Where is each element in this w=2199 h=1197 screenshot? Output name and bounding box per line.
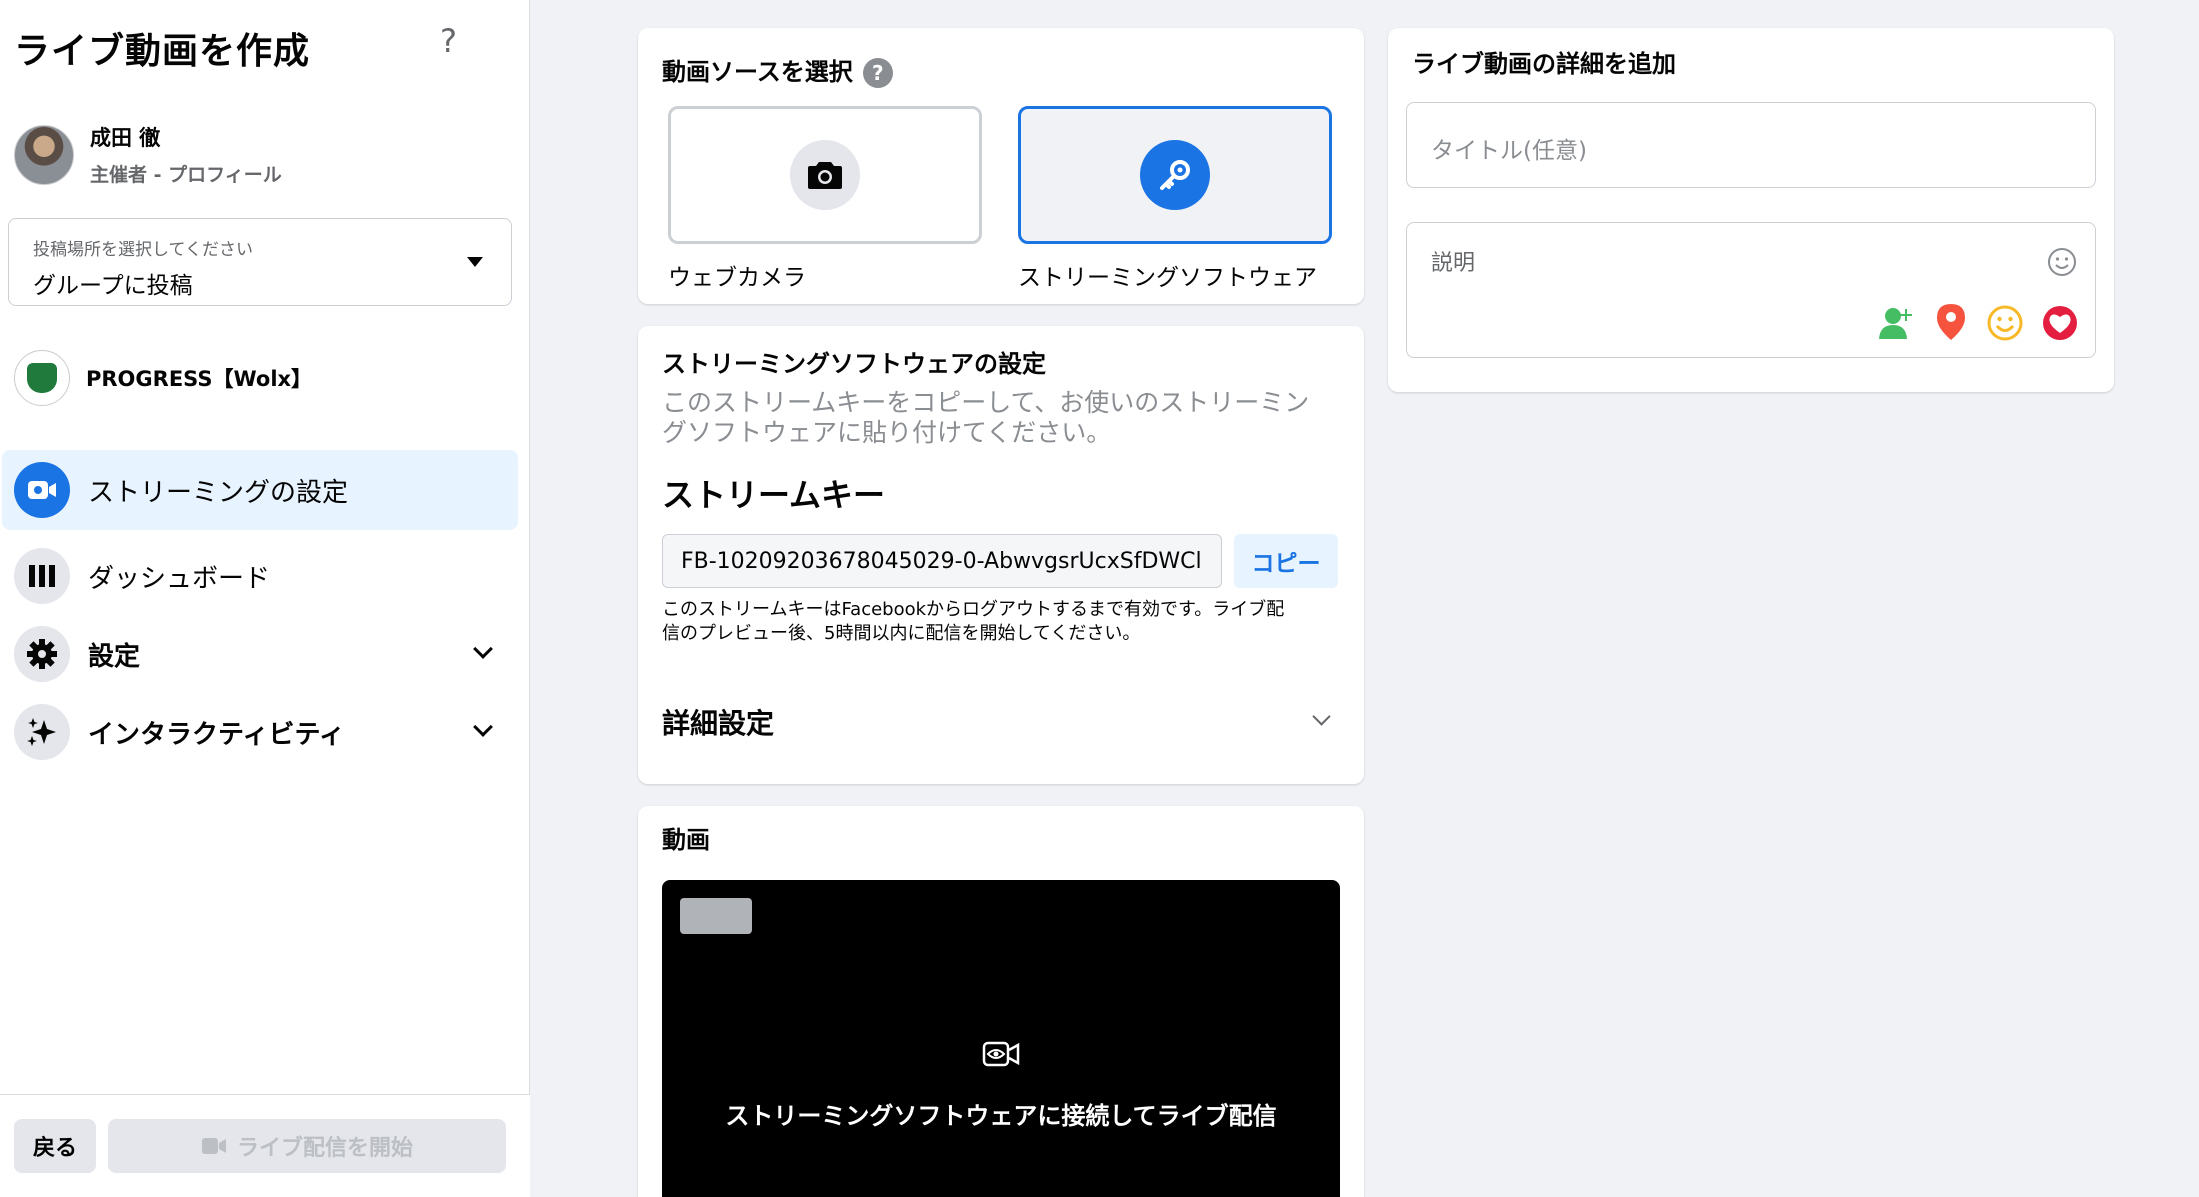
video-camera-icon [201,1138,226,1154]
avatar [14,124,74,185]
source-option-streaming-software[interactable] [1018,106,1332,244]
stream-key-heading: ストリームキー [662,476,886,514]
sidebar-item-label: ダッシュボード [88,563,271,594]
stream-key-field[interactable]: FB-10209203678045029-0-AbwvgsrUcxSfDWCl [662,534,1222,588]
dashboard-icon [14,548,70,604]
profile-name: 成田 徹 [90,126,161,150]
profile-role: 主催者 - プロフィール [90,164,282,186]
group-logo [14,350,70,406]
feeling-emoji-icon[interactable] [1987,305,2023,345]
video-card: 動画 ストリーミングソフトウェアに接続してライブ配信 [638,806,1364,1197]
gear-icon [14,626,70,682]
post-location-value: グループに投稿 [33,273,193,299]
connect-software-text: ストリーミングソフトウェアに接続してライブ配信 [725,1102,1277,1130]
post-location-select[interactable]: 投稿場所を選択してください グループに投稿 [8,218,512,306]
sidebar-item-dashboard[interactable]: ダッシュボード [2,536,518,616]
advanced-settings-toggle[interactable]: 詳細設定 [638,684,1364,764]
chevron-down-icon [473,717,493,737]
camera-icon [790,140,860,210]
streaming-instructions: このストリームキーをコピーして、お使いのストリーミン グソフトウェアに貼り付けて… [662,388,1310,447]
sidebar-item-streaming-setup[interactable]: ストリーミングの設定 [2,450,518,530]
preview-badge [680,898,752,934]
key-icon [1140,140,1210,210]
description-input[interactable]: 説明 [1406,222,2096,358]
video-source-card: 動画ソースを選択? ウェブカメラ ストリーミングソフトウェア [638,28,1364,304]
sparkle-icon [14,704,70,760]
streaming-setup-card: ストリーミングソフトウェアの設定 このストリームキーをコピーして、お使いのストリ… [638,326,1364,784]
tag-people-icon[interactable] [1879,305,1915,345]
go-live-label: ライブ配信を開始 [236,1136,413,1161]
copy-button[interactable]: コピー [1234,534,1338,588]
help-icon[interactable]: ? [862,58,893,88]
sidebar-item-interactivity[interactable]: インタラクティビティ [2,692,518,772]
video-eye-icon [982,1040,1020,1072]
live-details-card: ライブ動画の詳細を追加 タイトル(任意) 説明 [1388,28,2114,392]
title-placeholder: タイトル(任意) [1431,138,1587,164]
host-profile: 成田 徹 主催者 - プロフィール [14,122,282,187]
sidebar: ライブ動画を作成 ? 成田 徹 主催者 - プロフィール 投稿場所を選択してくだ… [0,0,530,1197]
group-item[interactable]: PROGRESS【Wolx】 [14,350,312,406]
fundraiser-heart-icon[interactable] [2041,305,2079,345]
sidebar-item-label: インタラクティビティ [88,719,345,750]
video-source-title: 動画ソースを選択? [662,52,893,88]
chevron-down-icon [1312,707,1331,726]
source-option-label: ウェブカメラ [668,265,806,291]
post-location-label: 投稿場所を選択してください [33,240,253,260]
go-live-button[interactable]: ライブ配信を開始 [108,1119,506,1173]
sidebar-item-label: ストリーミングの設定 [88,477,349,508]
advanced-settings-label: 詳細設定 [662,707,775,740]
source-option-webcam[interactable] [668,106,982,244]
live-details-title: ライブ動画の詳細を追加 [1412,50,1676,78]
sidebar-item-settings[interactable]: 設定 [2,614,518,694]
streaming-setup-title: ストリーミングソフトウェアの設定 [662,350,1046,378]
chevron-down-icon [473,639,493,659]
location-pin-icon[interactable] [1935,303,1967,345]
description-placeholder: 説明 [1431,251,1476,276]
source-option-label: ストリーミングソフトウェア [1018,265,1317,291]
video-title: 動画 [662,826,710,854]
video-camera-icon [14,462,70,518]
back-button[interactable]: 戻る [14,1119,96,1173]
group-name: PROGRESS【Wolx】 [86,367,313,391]
page-title: ライブ動画を作成 [14,31,311,72]
sidebar-footer: 戻る ライブ配信を開始 [0,1094,530,1197]
stream-key-note: このストリームキーはFacebookからログアウトするまで有効です。ライブ配 信… [662,599,1285,644]
video-preview: ストリーミングソフトウェアに接続してライブ配信 [662,880,1340,1197]
emoji-icon[interactable] [2047,247,2077,281]
sidebar-item-label: 設定 [88,641,141,672]
help-icon[interactable]: ? [440,22,457,60]
caret-down-icon [467,257,483,267]
title-input[interactable]: タイトル(任意) [1406,102,2096,188]
